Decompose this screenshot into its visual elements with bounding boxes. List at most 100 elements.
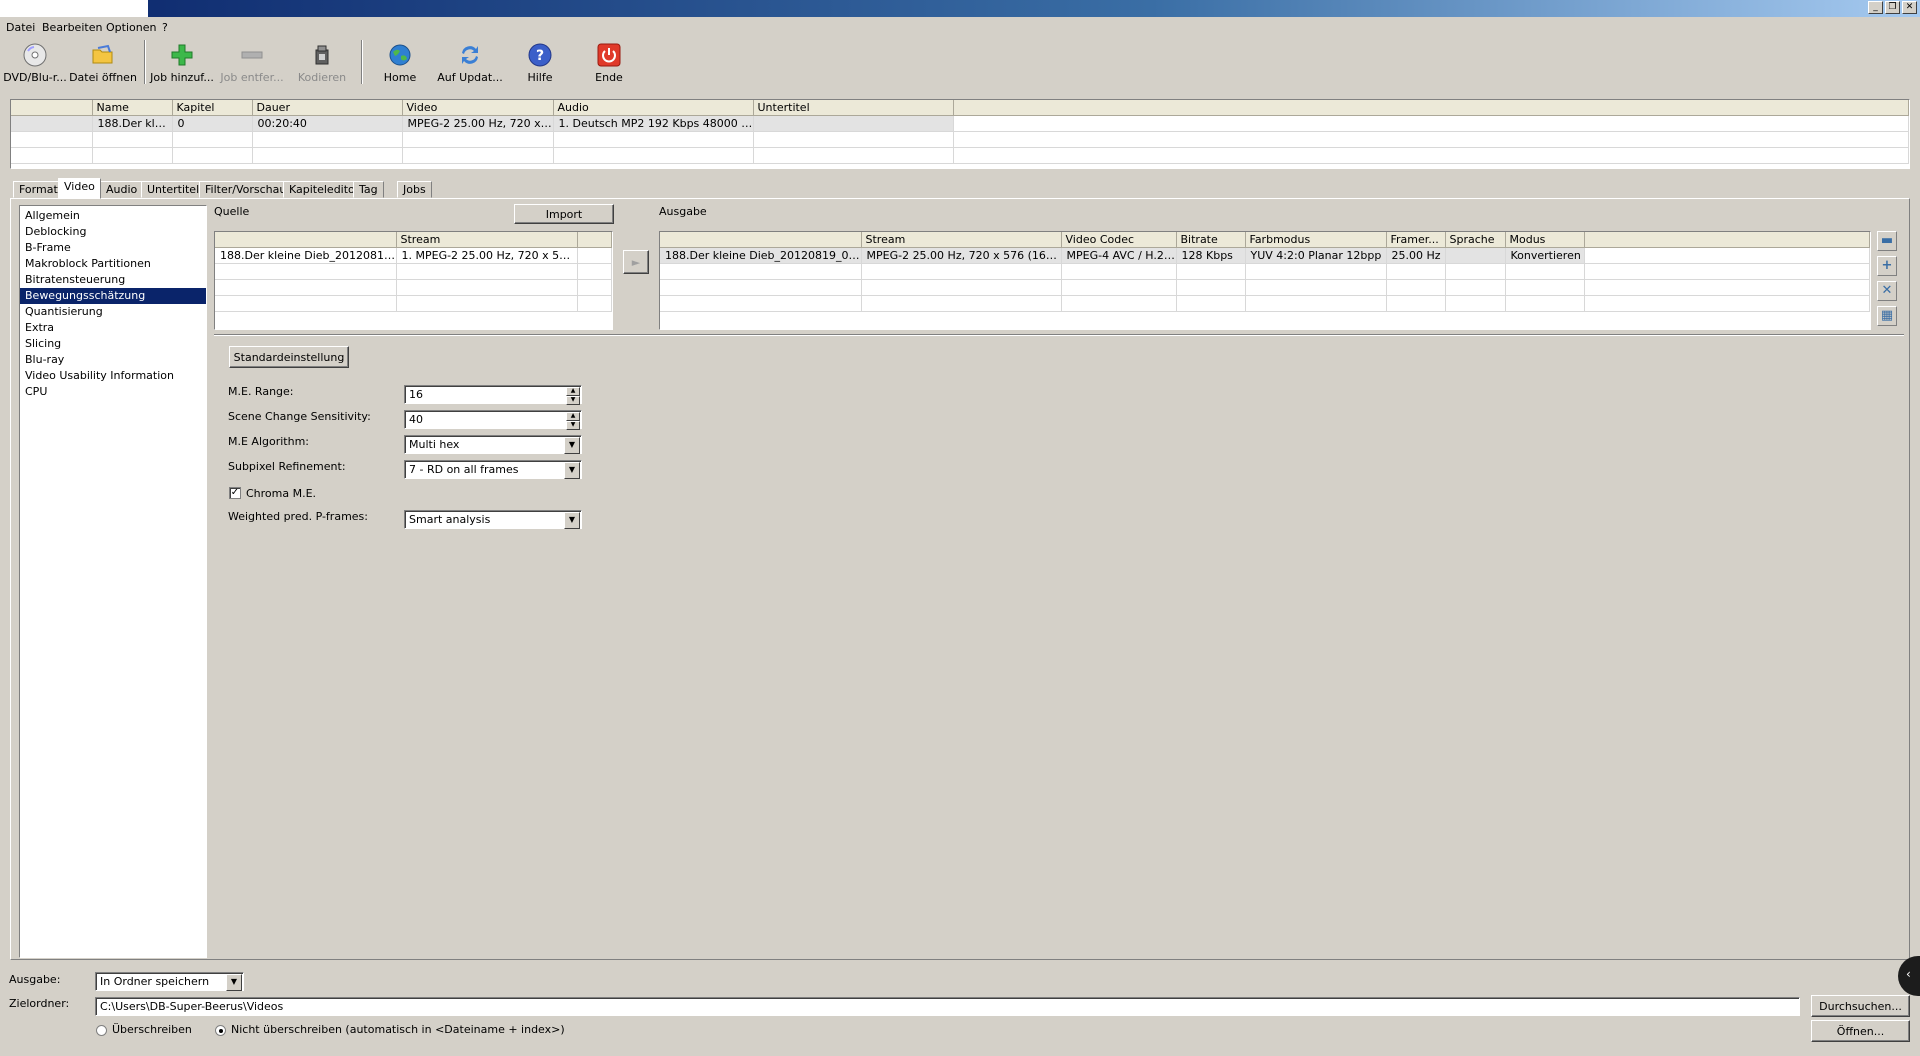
toolbar-label: Datei öffnen bbox=[69, 71, 137, 84]
table-row[interactable]: 188.Der kleine Dieb_20120819_0... 1. MPE… bbox=[215, 247, 612, 264]
stream-settings-button[interactable]: ▦ bbox=[1877, 306, 1897, 326]
encode-button[interactable]: Kodieren bbox=[287, 42, 357, 88]
column-header-video[interactable]: Video bbox=[402, 100, 554, 116]
chevron-down-icon[interactable]: ▼ bbox=[226, 974, 242, 991]
me-algorithm-select[interactable]: Multi hex ▼ bbox=[404, 435, 582, 454]
dvd-bluray-button[interactable]: DVD/Blu-r... bbox=[0, 42, 70, 88]
restore-button[interactable]: ❐ bbox=[1885, 1, 1900, 14]
column-header-mode[interactable]: Modus bbox=[1505, 232, 1585, 248]
column-header-audio[interactable]: Audio bbox=[553, 100, 754, 116]
open-button[interactable]: Öffnen... bbox=[1811, 1020, 1910, 1042]
browse-button[interactable]: Durchsuchen... bbox=[1811, 995, 1910, 1017]
table-row[interactable]: 188.Der kle... 0 00:20:40 MPEG-2 25.00 H… bbox=[11, 115, 1909, 132]
table-row[interactable] bbox=[11, 131, 1909, 148]
column-header-stream[interactable]: Stream bbox=[861, 232, 1062, 248]
home-button[interactable]: Home bbox=[365, 42, 435, 88]
table-row[interactable]: 188.Der kleine Dieb_20120819_0555.ts MPE… bbox=[660, 247, 1870, 264]
column-header[interactable] bbox=[11, 100, 93, 116]
output-mode-value: In Ordner speichern bbox=[100, 975, 210, 988]
video-settings-list[interactable]: Allgemein Deblocking B-Frame Makroblock … bbox=[19, 205, 207, 958]
spin-down-icon[interactable]: ▼ bbox=[566, 421, 580, 430]
chevron-down-icon[interactable]: ▼ bbox=[564, 512, 580, 529]
list-item-quantization[interactable]: Quantisierung bbox=[20, 304, 206, 320]
column-header-language[interactable]: Sprache bbox=[1445, 232, 1506, 248]
tab-tag[interactable]: Tag bbox=[353, 181, 384, 198]
add-stream-button[interactable]: + bbox=[1877, 256, 1897, 276]
side-handle[interactable]: ‹ bbox=[1898, 956, 1920, 996]
chroma-me-checkbox[interactable]: ✓ bbox=[229, 487, 241, 499]
column-header-chapters[interactable]: Kapitel bbox=[172, 100, 253, 116]
me-algorithm-label: M.E Algorithm: bbox=[228, 435, 310, 448]
exit-button[interactable]: Ende bbox=[574, 42, 644, 88]
chroma-me-label: Chroma M.E. bbox=[246, 487, 317, 500]
jobs-table[interactable]: Name Kapitel Dauer Video Audio Untertite… bbox=[10, 99, 1910, 169]
list-item-bluray[interactable]: Blu-ray bbox=[20, 352, 206, 368]
list-item-bitrate-control[interactable]: Bitratensteuerung bbox=[20, 272, 206, 288]
tab-subtitles[interactable]: Untertitel bbox=[141, 181, 206, 198]
tab-jobs[interactable]: Jobs bbox=[397, 181, 432, 198]
me-range-spinner[interactable]: 16 ▲ ▼ bbox=[404, 385, 582, 405]
source-stream-table[interactable]: Stream 188.Der kleine Dieb_20120819_0...… bbox=[214, 231, 613, 330]
list-item-slicing[interactable]: Slicing bbox=[20, 336, 206, 352]
remove-stream-button[interactable]: ▬ bbox=[1877, 231, 1897, 251]
list-item-motion-estimation[interactable]: Bewegungsschätzung bbox=[20, 288, 206, 304]
check-update-button[interactable]: Auf Updat... bbox=[435, 42, 505, 88]
menu-bearbeiten[interactable]: Bearbeiten bbox=[42, 20, 102, 35]
list-item-macroblock[interactable]: Makroblock Partitionen bbox=[20, 256, 206, 272]
add-to-output-button[interactable]: ► bbox=[623, 250, 649, 274]
target-folder-input[interactable]: C:\Users\DB-Super-Beerus\Videos bbox=[95, 997, 1800, 1016]
column-header-stream[interactable]: Stream bbox=[396, 232, 578, 248]
chevron-down-icon[interactable]: ▼ bbox=[564, 437, 580, 454]
add-job-button[interactable]: Job hinzuf... bbox=[147, 42, 217, 88]
spinner-buttons[interactable]: ▲ ▼ bbox=[566, 412, 580, 430]
list-item-allgemein[interactable]: Allgemein bbox=[20, 208, 206, 224]
list-item-cpu[interactable]: CPU bbox=[20, 384, 206, 400]
column-header-framerate[interactable]: Framer... bbox=[1386, 232, 1446, 248]
list-item-deblocking[interactable]: Deblocking bbox=[20, 224, 206, 240]
no-overwrite-radio[interactable] bbox=[215, 1025, 226, 1036]
open-file-button[interactable]: Datei öffnen bbox=[68, 42, 138, 88]
table-row[interactable] bbox=[11, 147, 1909, 164]
spin-up-icon[interactable]: ▲ bbox=[566, 412, 580, 421]
menu-optionen[interactable]: Optionen bbox=[106, 20, 156, 35]
delete-stream-button[interactable]: ✕ bbox=[1877, 281, 1897, 301]
output-label: Ausgabe bbox=[659, 205, 707, 218]
spin-down-icon[interactable]: ▼ bbox=[566, 396, 580, 405]
scene-change-spinner[interactable]: 40 ▲ ▼ bbox=[404, 410, 582, 430]
output-mode-select[interactable]: In Ordner speichern ▼ bbox=[95, 972, 244, 991]
spinner-buttons[interactable]: ▲ ▼ bbox=[566, 387, 580, 405]
output-stream-table[interactable]: Stream Video Codec Bitrate Farbmodus Fra… bbox=[659, 231, 1871, 330]
import-button[interactable]: Import bbox=[514, 204, 614, 224]
column-header-subtitles[interactable]: Untertitel bbox=[753, 100, 954, 116]
tab-format[interactable]: Format bbox=[13, 181, 64, 198]
spin-up-icon[interactable]: ▲ bbox=[566, 387, 580, 396]
close-button[interactable]: ✕ bbox=[1902, 1, 1917, 14]
help-button[interactable]: ? Hilfe bbox=[505, 42, 575, 88]
overwrite-radio[interactable] bbox=[96, 1025, 107, 1036]
default-settings-button[interactable]: Standardeinstellung bbox=[229, 346, 349, 368]
subpixel-select[interactable]: 7 - RD on all frames ▼ bbox=[404, 460, 582, 479]
tab-filter-preview[interactable]: Filter/Vorschau bbox=[199, 181, 293, 198]
list-item-vui[interactable]: Video Usability Information bbox=[20, 368, 206, 384]
tab-video[interactable]: Video bbox=[58, 178, 101, 199]
weighted-pred-select[interactable]: Smart analysis ▼ bbox=[404, 510, 582, 529]
menu-datei[interactable]: Datei bbox=[6, 20, 35, 35]
chevron-down-icon[interactable]: ▼ bbox=[564, 462, 580, 479]
plus-icon bbox=[171, 44, 193, 66]
menu-help[interactable]: ? bbox=[162, 20, 168, 35]
column-header-duration[interactable]: Dauer bbox=[252, 100, 403, 116]
column-header-codec[interactable]: Video Codec bbox=[1061, 232, 1177, 248]
column-header-color-mode[interactable]: Farbmodus bbox=[1245, 232, 1387, 248]
table-cell bbox=[953, 115, 1909, 132]
minimize-button[interactable]: _ bbox=[1868, 1, 1883, 14]
column-header-name[interactable]: Name bbox=[92, 100, 173, 116]
plus-icon: + bbox=[1881, 258, 1893, 273]
column-header-bitrate[interactable]: Bitrate bbox=[1176, 232, 1246, 248]
remove-job-button[interactable]: Job entfer... bbox=[217, 42, 287, 88]
list-item-extra[interactable]: Extra bbox=[20, 320, 206, 336]
column-header[interactable] bbox=[660, 232, 862, 248]
list-item-b-frame[interactable]: B-Frame bbox=[20, 240, 206, 256]
column-header[interactable] bbox=[215, 232, 397, 248]
tab-audio[interactable]: Audio bbox=[100, 181, 144, 198]
table-cell: 128 Kbps bbox=[1176, 247, 1246, 264]
